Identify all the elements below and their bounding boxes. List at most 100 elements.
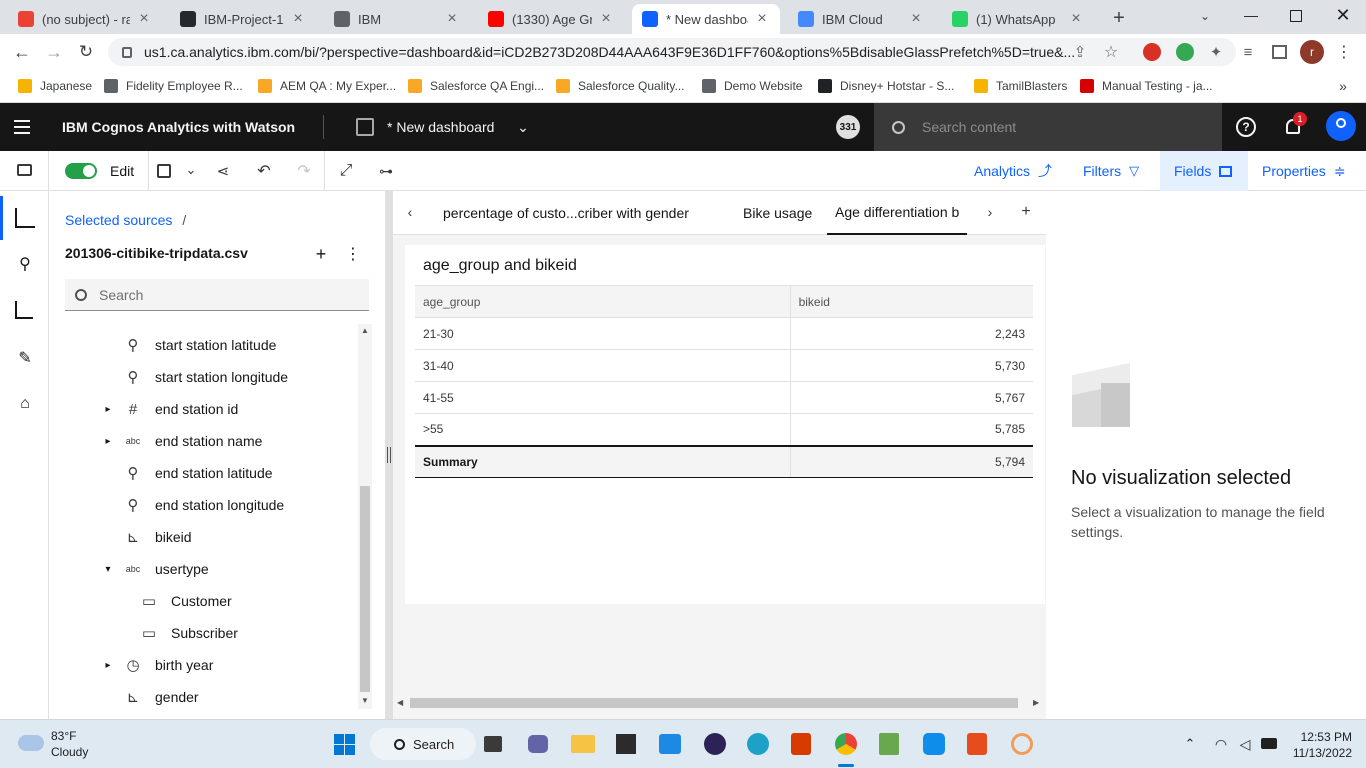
bookmark-item[interactable]: Japanese	[18, 76, 92, 96]
save-icon[interactable]	[157, 164, 171, 178]
column-header-bikeid[interactable]: bikeid	[790, 285, 1033, 318]
tree-item[interactable]: ⊾ bikeid	[65, 521, 353, 553]
comment-icon[interactable]	[17, 164, 32, 176]
table-row[interactable]: 31-40 5,730	[415, 349, 1033, 382]
browser-tab[interactable]: (no subject) - ram ×	[8, 4, 162, 34]
media-control-icon[interactable]: ≡	[1238, 42, 1258, 62]
browser-tab[interactable]: IBM-Project-1209 ×	[170, 4, 316, 34]
bookmark-item[interactable]: Salesforce Quality...	[556, 76, 685, 96]
edit-toggle[interactable]	[65, 163, 97, 179]
add-tab-button[interactable]: +	[1017, 201, 1035, 223]
fields-button[interactable]: Fields	[1160, 151, 1248, 191]
tab-search-icon[interactable]: ⌄	[1196, 6, 1214, 26]
cloud-weather-icon[interactable]	[18, 735, 44, 751]
tree-item[interactable]: ⚲ start station longitude	[65, 361, 353, 393]
new-tab-button[interactable]: +	[1106, 6, 1132, 30]
edge-icon[interactable]	[747, 733, 769, 755]
bookmark-item[interactable]: TamilBlasters	[974, 76, 1067, 96]
expand-chevron-icon[interactable]: ▸	[101, 404, 115, 415]
url-field[interactable]: us1.ca.analytics.ibm.com/bi/?perspective…	[108, 38, 1236, 66]
browser-tab[interactable]: (1330) Age Group ×	[478, 4, 624, 34]
scroll-left-arrow[interactable]: ◀	[397, 698, 403, 707]
close-tab-icon[interactable]: ×	[136, 10, 152, 28]
tree-item[interactable]: ▸ # end station id	[65, 393, 353, 425]
user-badge[interactable]: 331	[836, 115, 860, 139]
expand-chevron-icon[interactable]: ▸	[101, 436, 115, 447]
properties-button[interactable]: Properties ≑	[1262, 162, 1346, 180]
tray-chevron-up-icon[interactable]: ⌃	[1181, 734, 1199, 754]
tree-item[interactable]: ⚲ start station latitude	[65, 329, 353, 361]
bookmark-item[interactable]: AEM QA : My Exper...	[258, 76, 396, 96]
windows-start-icon[interactable]	[334, 734, 355, 755]
redo-icon[interactable]: ↷	[294, 161, 314, 181]
scrollbar-thumb[interactable]	[360, 486, 370, 692]
relationship-icon[interactable]: ⊶	[376, 161, 396, 181]
undo-icon[interactable]: ↶	[254, 161, 274, 181]
taskbar-search-button[interactable]: Search	[370, 728, 476, 760]
clock-time[interactable]: 12:53 PM	[1296, 730, 1352, 744]
scrollbar-thumb[interactable]	[410, 698, 1018, 708]
office-red-icon[interactable]	[967, 733, 987, 755]
browser-tab[interactable]: (1) WhatsApp ×	[942, 4, 1094, 34]
close-tab-icon[interactable]: ×	[444, 10, 460, 28]
battery-icon[interactable]	[1261, 738, 1277, 749]
teams-chat-icon[interactable]	[528, 735, 548, 753]
hamburger-menu-icon[interactable]	[14, 120, 30, 134]
tree-item[interactable]: ▭ Subscriber	[65, 617, 353, 649]
close-tab-icon[interactable]: ×	[598, 10, 614, 28]
summary-row[interactable]: Summary 5,794	[415, 445, 1033, 478]
bookmark-item[interactable]: Demo Website	[702, 76, 802, 96]
forward-button[interactable]: →	[42, 40, 66, 64]
chevron-down-icon[interactable]: ⌄	[514, 117, 532, 137]
browser-tab[interactable]: * New dashboard ×	[632, 4, 780, 34]
source-overflow-menu-icon[interactable]: ⋮	[343, 244, 363, 264]
pin-icon[interactable]: ⚲	[14, 253, 36, 275]
close-tab-icon[interactable]: ×	[1068, 10, 1084, 28]
media-icon[interactable]: ⌂	[14, 393, 36, 415]
table-widget[interactable]: age_group and bikeid age_group bikeid 21…	[405, 245, 1045, 604]
help-icon[interactable]: ?	[1236, 117, 1256, 137]
filters-button[interactable]: Filters ▽	[1083, 162, 1139, 180]
extension-icon[interactable]	[1143, 43, 1161, 61]
tab-scroll-right-icon[interactable]: ›	[981, 201, 999, 223]
dashboard-tab[interactable]: percentage of custo...criber with gender	[435, 191, 697, 235]
browser-tab[interactable]: IBM ×	[324, 4, 470, 34]
expand-chevron-icon[interactable]: ▸	[101, 660, 115, 671]
minimize-button[interactable]: —	[1240, 4, 1262, 26]
tree-scrollbar[interactable]: ▲ ▼	[358, 324, 372, 709]
tree-item[interactable]: ⚲ end station longitude	[65, 489, 353, 521]
tree-item[interactable]: ⊾ gender	[65, 681, 353, 713]
panel-splitter[interactable]	[385, 191, 393, 719]
close-tab-icon[interactable]: ×	[290, 10, 306, 28]
tree-item[interactable]: ▾ abc usertype	[65, 553, 353, 585]
bookmark-item[interactable]: Manual Testing - ja...	[1080, 76, 1213, 96]
share-icon[interactable]: ⋖	[213, 161, 233, 181]
scroll-down-arrow[interactable]: ▼	[361, 696, 369, 705]
task-view-icon[interactable]	[484, 736, 502, 752]
table-row[interactable]: 41-55 5,767	[415, 381, 1033, 414]
bookmark-item[interactable]: Salesforce QA Engi...	[408, 76, 544, 96]
close-tab-icon[interactable]: ×	[754, 10, 770, 28]
header-search[interactable]: Search content	[874, 103, 1222, 151]
fullscreen-icon[interactable]: ⤢	[336, 161, 356, 181]
app-orange-icon[interactable]	[1011, 733, 1033, 755]
breadcrumb-link[interactable]: Selected sources	[65, 212, 172, 228]
tree-item[interactable]: ▸ abc end station name	[65, 425, 353, 457]
user-avatar-icon[interactable]	[1326, 111, 1356, 141]
bookmark-item[interactable]: Fidelity Employee R...	[104, 76, 243, 96]
tree-item[interactable]: ⚲ end station latitude	[65, 457, 353, 489]
save-menu-chevron-icon[interactable]: ⌄	[184, 161, 198, 179]
extensions-puzzle-icon[interactable]: ✦	[1206, 42, 1226, 62]
table-row[interactable]: >55 5,785	[415, 413, 1033, 446]
close-window-button[interactable]: ✕	[1332, 4, 1354, 26]
expanded-chevron-icon[interactable]: ▾	[101, 564, 115, 575]
side-panel-icon[interactable]	[1272, 45, 1287, 59]
source-search-input[interactable]: Search	[65, 279, 369, 311]
file-explorer-icon[interactable]	[571, 735, 595, 753]
wifi-icon[interactable]: ◠	[1212, 734, 1230, 754]
store-icon[interactable]	[659, 734, 681, 754]
browser-menu-icon[interactable]: ⋮	[1334, 40, 1354, 64]
extension-green-icon[interactable]	[1176, 43, 1194, 61]
bookmark-item[interactable]: Disney+ Hotstar - S...	[818, 76, 954, 96]
notepad-icon[interactable]	[879, 733, 899, 755]
